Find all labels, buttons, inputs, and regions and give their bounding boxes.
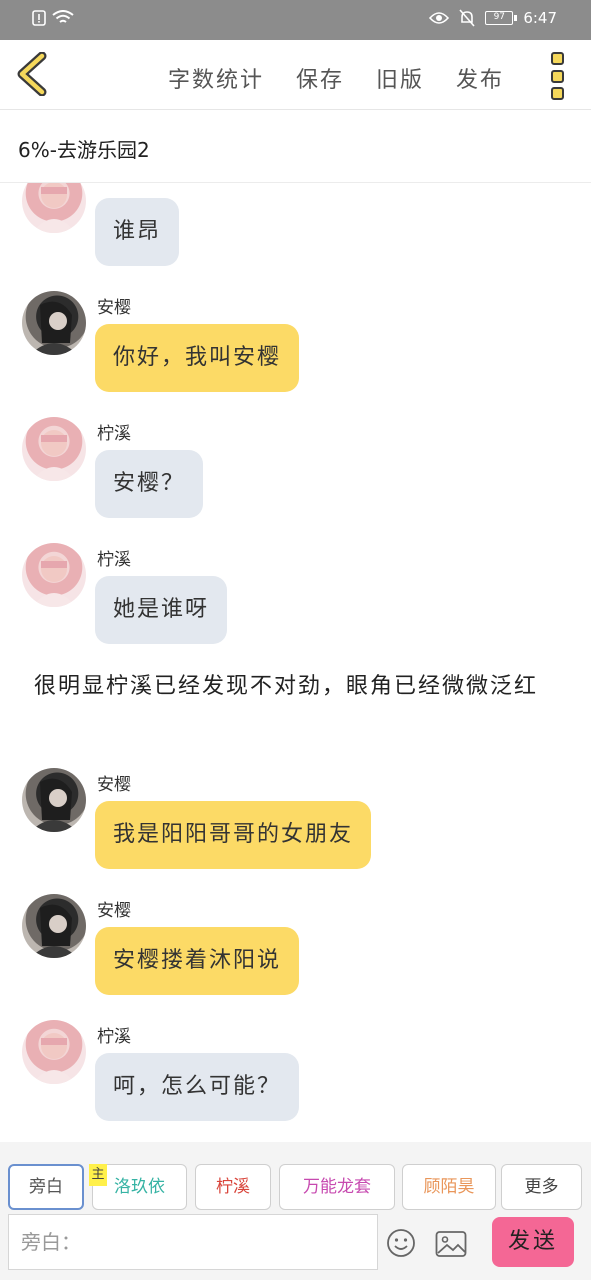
avatar[interactable]: [22, 291, 86, 355]
message-input[interactable]: 旁白：: [8, 1214, 378, 1270]
message-bubble[interactable]: 谁昂: [95, 198, 180, 266]
avatar[interactable]: [22, 183, 86, 233]
status-left-icons: [32, 10, 74, 26]
message-bubble[interactable]: 安樱？: [95, 450, 204, 518]
avatar[interactable]: [22, 1020, 86, 1084]
status-bar: 97 6:47: [0, 0, 591, 40]
portrait-icon: [30, 904, 78, 958]
portrait-icon: [32, 430, 76, 481]
role-narrator-button[interactable]: 旁白: [8, 1164, 84, 1210]
status-time: 6:47: [523, 9, 557, 27]
send-button[interactable]: 发送: [492, 1217, 574, 1267]
portrait-icon: [32, 183, 76, 233]
role-gumohao-button[interactable]: 顾陌昊: [402, 1164, 496, 1210]
publish-button[interactable]: 发布: [456, 62, 504, 94]
toolbar-actions: 字数统计 保存 旧版 发布: [168, 62, 504, 94]
avatar[interactable]: [22, 894, 86, 958]
alert-icon: [32, 10, 46, 26]
speaker-name: 柠溪: [97, 1027, 131, 1047]
more-dot-icon: [551, 52, 564, 65]
wifi-icon: [52, 10, 74, 23]
more-dot-icon: [551, 69, 564, 83]
status-right-icons: 97 6:47: [429, 9, 557, 27]
message-bubble[interactable]: 你好，我叫安樱: [95, 324, 300, 392]
role-ningxi-button[interactable]: 柠溪: [195, 1164, 271, 1210]
composer-panel: 旁白 洛玖依 柠溪 万能龙套 顾陌昊 更多 主 旁白： 发送: [0, 1142, 591, 1280]
message-bubble[interactable]: 她是谁呀: [95, 576, 228, 644]
more-menu-button[interactable]: [551, 52, 567, 100]
emoji-icon[interactable]: [386, 1228, 416, 1258]
role-extra-button[interactable]: 万能龙套: [279, 1164, 395, 1210]
avatar[interactable]: [22, 417, 86, 481]
role-more-button[interactable]: 更多: [501, 1164, 582, 1210]
eye-icon: [429, 12, 450, 24]
back-button[interactable]: [14, 51, 54, 97]
speaker-name: 安樱: [97, 775, 131, 795]
chevron-left-icon: [17, 51, 47, 97]
word-count-button[interactable]: 字数统计: [168, 62, 264, 94]
speaker-name: 柠溪: [97, 424, 131, 444]
speaker-name: 安樱: [97, 298, 131, 318]
battery-indicator: 97: [485, 11, 518, 25]
chat-list[interactable]: 谁昂 安樱 你好，我叫安樱 柠溪 安樱？ 柠溪 她是谁呀 很明显柠溪已经发现不对…: [0, 183, 591, 1140]
portrait-icon: [32, 1033, 76, 1084]
narration-text[interactable]: 很明显柠溪已经发现不对劲，眼角已经微微泛红: [34, 671, 564, 702]
more-dot-icon: [551, 87, 564, 100]
portrait-icon: [30, 778, 78, 832]
main-role-badge: 主: [89, 1164, 107, 1186]
chapter-title[interactable]: 6%-去游乐园2: [18, 134, 150, 163]
speaker-name: 柠溪: [97, 550, 131, 570]
message-bubble[interactable]: 呵，怎么可能？: [95, 1053, 300, 1121]
mute-bell-icon: [459, 9, 475, 27]
message-bubble[interactable]: 安樱搂着沐阳说: [95, 927, 300, 995]
message-bubble[interactable]: 我是阳阳哥哥的女朋友: [95, 801, 372, 869]
editor-toolbar: 字数统计 保存 旧版 发布: [0, 40, 591, 110]
avatar[interactable]: [22, 768, 86, 832]
portrait-icon: [30, 301, 78, 355]
avatar[interactable]: [22, 543, 86, 607]
image-icon[interactable]: [435, 1230, 467, 1258]
old-version-button[interactable]: 旧版: [376, 62, 424, 94]
portrait-icon: [32, 556, 76, 607]
speaker-name: 安樱: [97, 901, 131, 921]
save-button[interactable]: 保存: [296, 62, 344, 94]
